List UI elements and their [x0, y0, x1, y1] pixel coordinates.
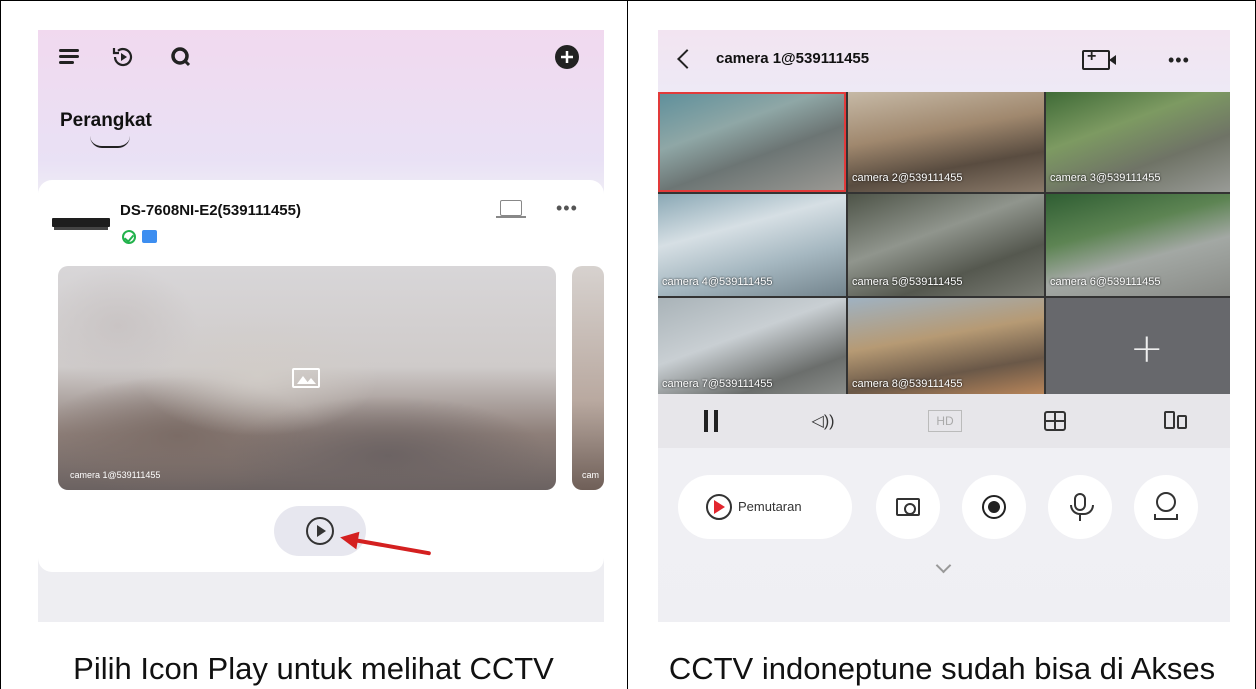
pause-icon[interactable] — [698, 408, 724, 434]
camera-label: camera 7@539111455 — [662, 378, 773, 390]
ptz-icon — [1156, 492, 1176, 512]
live-view-title: camera 1@539111455 — [716, 50, 870, 67]
camera-thumbnail-partial[interactable]: cam — [572, 266, 604, 490]
hd-button[interactable]: HD — [928, 410, 962, 432]
annotation-arrow-head — [338, 528, 360, 550]
chevron-down-icon[interactable] — [935, 557, 952, 574]
record-button[interactable] — [962, 475, 1026, 539]
camera-cell[interactable] — [658, 92, 846, 192]
tab-indicator — [90, 136, 130, 148]
rotate-icon[interactable] — [1164, 411, 1188, 431]
thumbnail-label: cam — [582, 470, 600, 480]
search-icon[interactable] — [168, 44, 194, 70]
camera-label: camera 2@539111455 — [852, 172, 963, 184]
snapshot-icon — [896, 498, 920, 516]
more-options-icon[interactable]: ••• — [556, 198, 578, 219]
camera-cell[interactable]: camera 3@539111455 — [1046, 92, 1230, 192]
more-options-icon[interactable]: ••• — [1168, 50, 1190, 71]
ptz-base — [1154, 514, 1178, 520]
microphone-stand — [1079, 515, 1081, 521]
left-caption: Pilih Icon Play untuk melihat CCTV — [73, 651, 554, 686]
camera-label: camera 3@539111455 — [1050, 172, 1161, 184]
playback-button[interactable]: Pemutaran — [678, 475, 852, 539]
camera-grid: camera 2@539111455 camera 3@539111455 ca… — [658, 92, 1230, 398]
nvr-icon — [50, 212, 112, 232]
camera-label: camera 8@539111455 — [852, 378, 963, 390]
device-name[interactable]: DS-7608NI-E2(539111455) — [120, 202, 301, 219]
plus-icon: + — [1130, 326, 1164, 372]
add-icon[interactable] — [554, 44, 580, 70]
back-icon[interactable] — [677, 49, 697, 69]
online-status-icon — [122, 230, 136, 244]
monitor-icon[interactable] — [496, 200, 526, 218]
playback-toolbar: ◁)) HD — [658, 394, 1230, 448]
thumbnail-label: camera 1@539111455 — [70, 470, 161, 480]
menu-icon[interactable] — [56, 44, 82, 70]
camera-label: camera 4@539111455 — [662, 276, 773, 288]
camera-cell[interactable]: camera 4@539111455 — [658, 194, 846, 296]
camera-cell[interactable]: camera 7@539111455 — [658, 298, 846, 398]
microphone-icon — [1070, 493, 1094, 515]
camera-thumbnail[interactable]: camera 1@539111455 — [58, 266, 556, 490]
camera-cell[interactable]: camera 5@539111455 — [848, 194, 1044, 296]
column-divider — [627, 0, 628, 689]
right-caption: CCTV indoneptune sudah bisa di Akses — [668, 651, 1216, 686]
playback-icon — [706, 494, 732, 520]
ptz-button[interactable] — [1134, 475, 1198, 539]
sound-icon[interactable]: ◁)) — [808, 408, 838, 434]
microphone-button[interactable] — [1048, 475, 1112, 539]
record-icon — [982, 495, 1006, 519]
play-icon — [306, 517, 334, 545]
snapshot-button[interactable] — [876, 475, 940, 539]
right-screenshot: camera 1@539111455 ••• camera 2@53911145… — [658, 30, 1230, 622]
cloud-icon — [142, 230, 157, 243]
add-camera-cell[interactable]: + — [1046, 298, 1230, 398]
camera-cell[interactable]: camera 6@539111455 — [1046, 194, 1230, 296]
playback-label: Pemutaran — [738, 499, 802, 514]
camera-label: camera 6@539111455 — [1050, 276, 1161, 288]
add-camera-icon[interactable] — [1082, 48, 1116, 70]
camera-cell[interactable]: camera 2@539111455 — [848, 92, 1044, 192]
tab-devices[interactable]: Perangkat — [60, 110, 152, 132]
split-screen-icon[interactable] — [1044, 411, 1066, 431]
image-icon — [292, 368, 320, 388]
replay-icon[interactable] — [110, 44, 136, 70]
camera-label: camera 5@539111455 — [852, 276, 963, 288]
camera-cell[interactable]: camera 8@539111455 — [848, 298, 1044, 398]
